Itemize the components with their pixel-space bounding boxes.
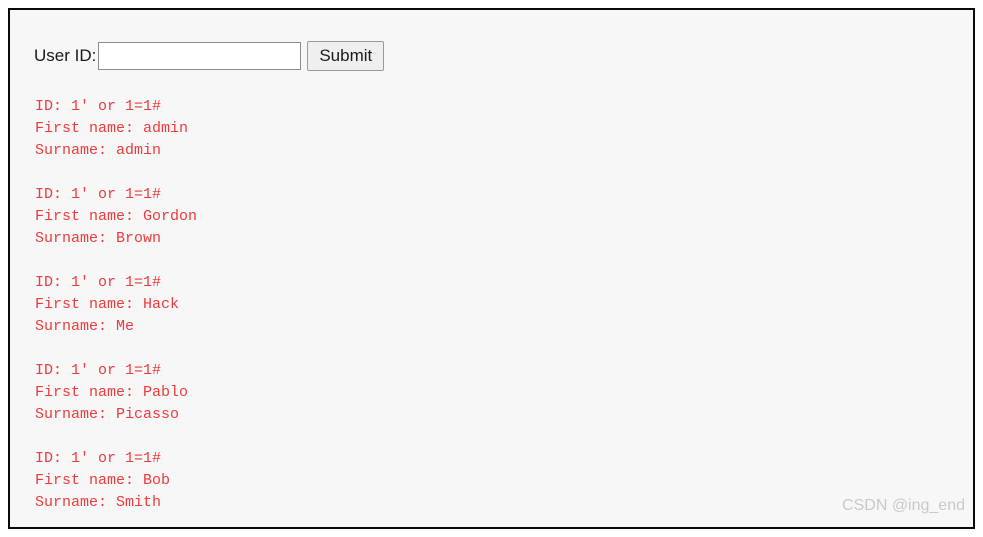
user-id-label: User ID: bbox=[34, 46, 97, 65]
record-id-line: ID: 1' or 1=1# bbox=[35, 362, 162, 379]
sql-results-output: ID: 1' or 1=1# First name: admin Surname… bbox=[35, 96, 735, 514]
page-frame: User ID: Submit ID: 1' or 1=1# First nam… bbox=[8, 8, 975, 529]
record-surname-line: Surname: Smith bbox=[35, 494, 162, 511]
result-record: ID: 1' or 1=1# First name: Hack Surname:… bbox=[35, 272, 735, 338]
record-firstname-line: First name: Gordon bbox=[35, 208, 198, 225]
record-id-line: ID: 1' or 1=1# bbox=[35, 274, 162, 291]
result-record: ID: 1' or 1=1# First name: Bob Surname: … bbox=[35, 448, 735, 514]
record-surname-line: Surname: Me bbox=[35, 318, 135, 335]
record-id-line: ID: 1' or 1=1# bbox=[35, 186, 162, 203]
record-surname-line: Surname: Picasso bbox=[35, 406, 180, 423]
record-firstname-line: First name: Hack bbox=[35, 296, 180, 313]
record-firstname-line: First name: admin bbox=[35, 120, 189, 137]
record-firstname-line: First name: Bob bbox=[35, 472, 171, 489]
user-id-input[interactable] bbox=[98, 42, 302, 70]
record-id-line: ID: 1' or 1=1# bbox=[35, 98, 162, 115]
csdn-watermark: CSDN @ing_end bbox=[842, 497, 965, 514]
result-record: ID: 1' or 1=1# First name: Pablo Surname… bbox=[35, 360, 735, 426]
record-surname-line: Surname: Brown bbox=[35, 230, 162, 247]
record-id-line: ID: 1' or 1=1# bbox=[35, 450, 162, 467]
record-surname-line: Surname: admin bbox=[35, 142, 162, 159]
user-id-form: User ID: Submit bbox=[34, 41, 385, 71]
submit-button[interactable]: Submit bbox=[307, 41, 385, 71]
record-firstname-line: First name: Pablo bbox=[35, 384, 189, 401]
result-record: ID: 1' or 1=1# First name: admin Surname… bbox=[35, 96, 735, 162]
result-record: ID: 1' or 1=1# First name: Gordon Surnam… bbox=[35, 184, 735, 250]
